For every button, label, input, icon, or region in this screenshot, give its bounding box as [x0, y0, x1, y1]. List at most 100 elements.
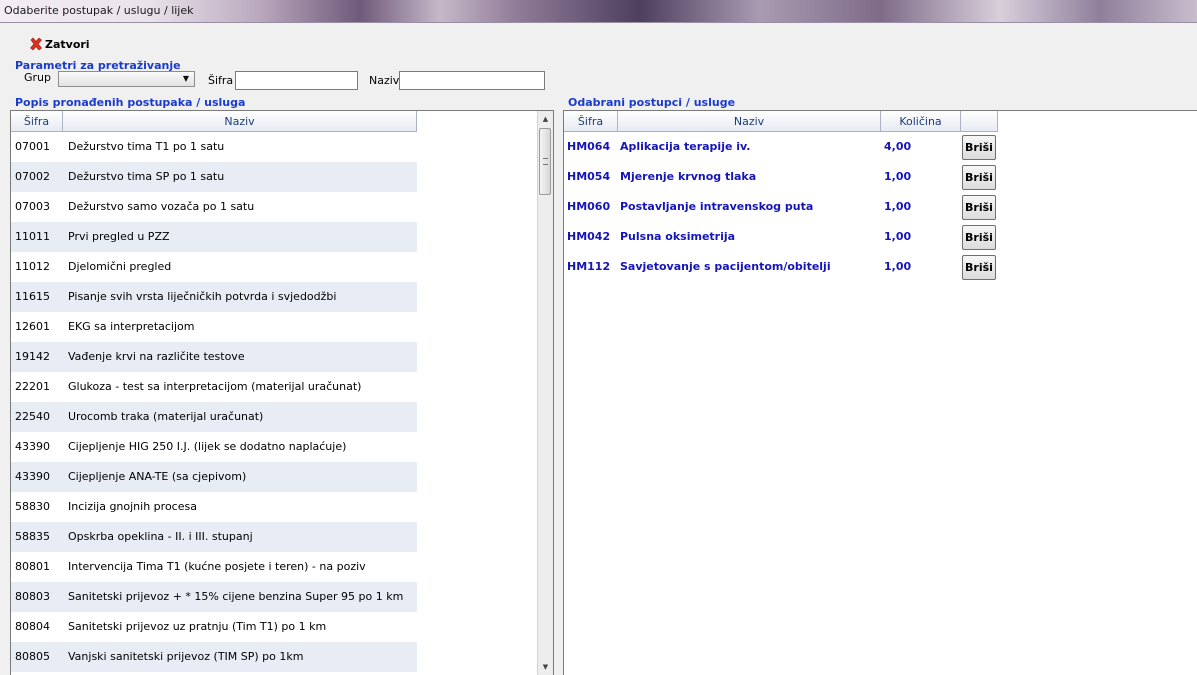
table-row[interactable]: 07002 Dežurstvo tima SP po 1 satu	[11, 162, 417, 192]
delete-button[interactable]: Briši	[962, 195, 996, 220]
window-titlebar: Odaberite postupak / uslugu / lijek	[0, 0, 1197, 23]
table-row[interactable]: 11012 Djelomični pregled	[11, 252, 417, 282]
column-header-name[interactable]: Naziv	[63, 111, 417, 132]
delete-button[interactable]: Briši	[962, 255, 996, 280]
scroll-down-arrow-icon[interactable]: ▼	[538, 659, 553, 675]
cell-code: 11011	[15, 230, 50, 243]
table-row[interactable]: 22201 Glukoza - test sa interpretacijom (…	[11, 372, 417, 402]
table-row[interactable]: HM042 Pulsna oksimetrija 1,00	[564, 222, 961, 252]
cell-name: Cijepljenje ANA-TE (sa cjepivom)	[68, 470, 247, 483]
cell-name: Pisanje svih vrsta liječničkih potvrda i…	[68, 290, 337, 303]
table-row[interactable]: 12601 EKG sa interpretacijom	[11, 312, 417, 342]
table-row[interactable]: 80804 Sanitetski prijevoz uz pratnju (Tim…	[11, 612, 417, 642]
grip-icon	[543, 158, 548, 165]
cell-name: Vanjski sanitetski prijevoz (TIM SP) po …	[68, 650, 304, 663]
close-button-label: Zatvori	[45, 37, 90, 51]
cell-code: 43390	[15, 470, 50, 483]
table-row[interactable]: 43390 Cijepljenje ANA-TE (sa cjepivom)	[11, 462, 417, 492]
cell-name: Intervencija Tima T1 (kućne posjete i te…	[68, 560, 366, 573]
cell-code: 11012	[15, 260, 50, 273]
selected-list-title: Odabrani postupci / usluge	[568, 96, 736, 109]
table-row[interactable]: 80805 Vanjski sanitetski prijevoz (TIM SP…	[11, 642, 417, 672]
close-x-icon	[30, 37, 42, 51]
scrollbar-thumb[interactable]	[539, 128, 551, 195]
cell-name: Djelomični pregled	[68, 260, 172, 273]
code-input[interactable]	[235, 71, 358, 90]
toolbar	[0, 23, 1197, 60]
cell-code: 12601	[15, 320, 50, 333]
cell-code: HM064	[567, 140, 611, 153]
cell-code: HM054	[567, 170, 611, 183]
dropdown-arrow-icon: ▼	[182, 74, 189, 83]
column-header-code[interactable]: Šifra	[564, 111, 618, 132]
cell-name: Glukoza - test sa interpretacijom (mater…	[68, 380, 362, 393]
cell-name: Dežurstvo tima T1 po 1 satu	[68, 140, 225, 153]
table-row[interactable]: HM060 Postavljanje intravenskog puta 1,00	[564, 192, 961, 222]
cell-quantity: 1,00	[884, 260, 912, 273]
group-select[interactable]: ▼	[58, 71, 195, 87]
cell-code: 07003	[15, 200, 50, 213]
cell-code: 22201	[15, 380, 50, 393]
cell-name: EKG sa interpretacijom	[68, 320, 195, 333]
cell-code: 19142	[15, 350, 50, 363]
cell-code: HM060	[567, 200, 611, 213]
code-label: Šifra	[208, 74, 234, 87]
cell-name: Cijepljenje HIG 250 I.J. (lijek se dodat…	[68, 440, 347, 453]
cell-name: Incizija gnojnih procesa	[68, 500, 197, 513]
cell-code: 43390	[15, 440, 50, 453]
table-row[interactable]: 80803 Sanitetski prijevoz + * 15% cijene …	[11, 582, 417, 612]
window-title: Odaberite postupak / uslugu / lijek	[4, 4, 194, 17]
table-row[interactable]: HM064 Aplikacija terapije iv. 4,00	[564, 132, 961, 162]
cell-name: Aplikacija terapije iv.	[620, 140, 751, 153]
cell-name: Sanitetski prijevoz + * 15% cijene benzi…	[68, 590, 404, 603]
cell-code: 80803	[15, 590, 50, 603]
cell-name: Mjerenje krvnog tlaka	[620, 170, 757, 183]
cell-code: HM042	[567, 230, 611, 243]
table-row[interactable]: 11615 Pisanje svih vrsta liječničkih potv…	[11, 282, 417, 312]
delete-button[interactable]: Briši	[962, 135, 996, 160]
cell-code: 07001	[15, 140, 50, 153]
column-header-actions	[961, 111, 998, 132]
cell-code: 80804	[15, 620, 50, 633]
delete-button[interactable]: Briši	[962, 225, 996, 250]
cell-quantity: 1,00	[884, 200, 912, 213]
name-label: Naziv	[369, 74, 400, 87]
table-row[interactable]: 07001 Dežurstvo tima T1 po 1 satu	[11, 132, 417, 162]
table-row[interactable]: 58830 Incizija gnojnih procesa	[11, 492, 417, 522]
found-list-title: Popis pronađenih postupaka / usluga	[15, 96, 246, 109]
cell-code: 07002	[15, 170, 50, 183]
cell-name: Postavljanje intravenskog puta	[620, 200, 814, 213]
cell-quantity: 1,00	[884, 230, 912, 243]
scroll-up-arrow-icon[interactable]: ▲	[538, 111, 553, 127]
table-row[interactable]: 19142 Vađenje krvi na različite testove	[11, 342, 417, 372]
cell-name: Dežurstvo samo vozača po 1 satu	[68, 200, 255, 213]
cell-code: 58830	[15, 500, 50, 513]
table-row[interactable]: 58835 Opskrba opeklina - II. i III. stupa…	[11, 522, 417, 552]
delete-button[interactable]: Briši	[962, 165, 996, 190]
cell-code: 80801	[15, 560, 50, 573]
vertical-scrollbar[interactable]: ▲ ▼	[537, 111, 553, 675]
cell-name: Prvi pregled u PZZ	[68, 230, 170, 243]
cell-code: 11615	[15, 290, 50, 303]
cell-code: 58835	[15, 530, 50, 543]
cell-name: Sanitetski prijevoz uz pratnju (Tim T1) …	[68, 620, 327, 633]
name-input[interactable]	[399, 71, 545, 90]
table-row[interactable]: 80801 Intervencija Tima T1 (kućne posjete…	[11, 552, 417, 582]
column-header-name[interactable]: Naziv	[618, 111, 881, 132]
table-row[interactable]: HM112 Savjetovanje s pacijentom/obitelji 1…	[564, 252, 961, 282]
table-row[interactable]: 22540 Urocomb traka (materijal uračunat)	[11, 402, 417, 432]
close-button[interactable]: Zatvori	[29, 36, 90, 52]
table-row[interactable]: 11011 Prvi pregled u PZZ	[11, 222, 417, 252]
cell-quantity: 4,00	[884, 140, 912, 153]
cell-code: 22540	[15, 410, 50, 423]
cell-code: 80805	[15, 650, 50, 663]
cell-name: Dežurstvo tima SP po 1 satu	[68, 170, 225, 183]
table-row[interactable]: 07003 Dežurstvo samo vozača po 1 satu	[11, 192, 417, 222]
cell-quantity: 1,00	[884, 170, 912, 183]
column-header-code[interactable]: Šifra	[11, 111, 63, 132]
cell-name: Savjetovanje s pacijentom/obitelji	[620, 260, 831, 273]
cell-code: HM112	[567, 260, 611, 273]
table-row[interactable]: HM054 Mjerenje krvnog tlaka 1,00	[564, 162, 961, 192]
column-header-quantity[interactable]: Količina	[881, 111, 961, 132]
table-row[interactable]: 43390 Cijepljenje HIG 250 I.J. (lijek se …	[11, 432, 417, 462]
